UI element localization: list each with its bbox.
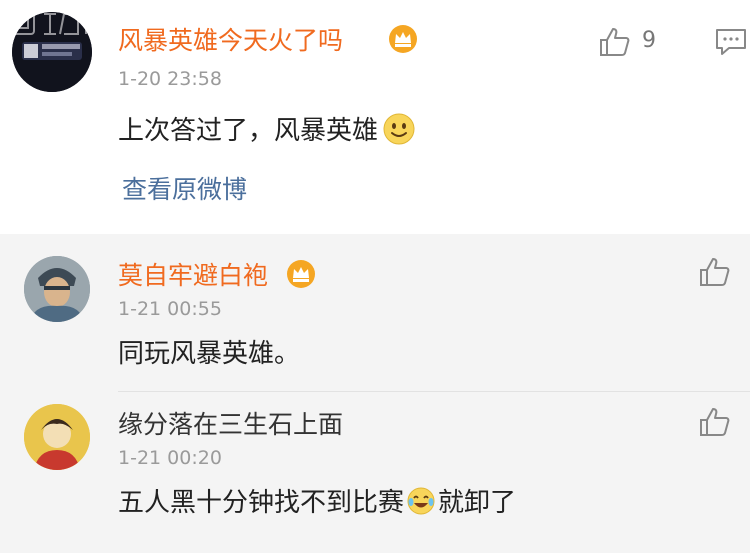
reply-list: 莫自牢避白袍 1-21 00:55 同玩风暴英雄。 缘分落在三生石上面 1-21…: [0, 234, 750, 553]
comment-timestamp: 1-20 23:58: [118, 68, 222, 90]
like-count: 9: [642, 28, 656, 53]
comment-text-body: 上次答过了，风暴英雄: [118, 116, 379, 146]
comment-author-name[interactable]: 风暴英雄今天火了吗: [118, 28, 343, 53]
warrior-portrait-image: [24, 256, 90, 322]
vip-crown-icon: [287, 260, 315, 288]
reply-text-before: 五人黑十分钟找不到比赛: [118, 488, 405, 518]
vip-crown-icon: [389, 25, 417, 53]
view-original-weibo-link[interactable]: 查看原微博: [122, 177, 247, 202]
reply-author-name[interactable]: 莫自牢避白袍: [118, 263, 268, 288]
thumbs-up-icon: [700, 408, 730, 436]
main-comment: 风暴英雄今天火了吗 9 1-20 23:58 上次答过了，风暴英雄 查看原微博: [0, 0, 750, 234]
reply-text-after: 就卸了: [438, 488, 517, 518]
reply-author-name[interactable]: 缘分落在三生石上面: [118, 412, 343, 437]
divider: [118, 391, 750, 392]
watermark: [0, 4, 130, 44]
avatar[interactable]: [24, 256, 90, 322]
like-button[interactable]: [698, 256, 732, 288]
avatar[interactable]: [24, 404, 90, 470]
like-button[interactable]: [698, 406, 732, 438]
like-button[interactable]: [598, 26, 638, 58]
thumbs-up-icon: [600, 28, 630, 56]
laugh-cry-emoji-icon: [406, 486, 436, 521]
reply-timestamp: 1-21 00:20: [118, 447, 222, 469]
smile-emoji-icon: [382, 112, 416, 151]
reply-button[interactable]: [714, 26, 750, 58]
cartoon-portrait-image: [24, 404, 90, 470]
comment-icon: [716, 29, 746, 55]
watermark-logo-icon: [7, 11, 101, 35]
reply-text: 同玩风暴英雄。: [118, 339, 301, 369]
comment-text: 上次答过了，风暴英雄: [118, 112, 416, 151]
reply-timestamp: 1-21 00:55: [118, 298, 222, 320]
reply-text: 五人黑十分钟找不到比赛 就卸了: [118, 486, 516, 521]
thumbs-up-icon: [700, 258, 730, 286]
